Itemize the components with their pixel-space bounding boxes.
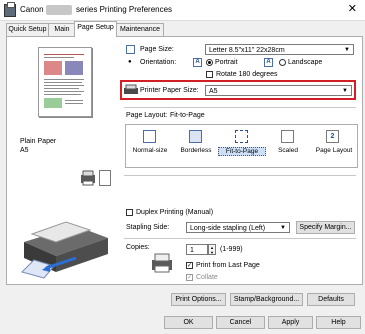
collate-label: Collate <box>196 274 218 281</box>
printer-app-icon <box>4 2 16 17</box>
chevron-down-icon: ▼ <box>344 47 350 53</box>
paper-type-label: Plain Paper <box>20 138 57 145</box>
page-size-value: Letter 8.5"x11" 22x28cm <box>209 47 285 54</box>
printer-paper-size-value: A5 <box>209 88 218 95</box>
print-from-last-page-checkbox[interactable]: ✓ <box>186 262 193 269</box>
borderless-icon[interactable] <box>189 130 202 143</box>
page-layout-label: Page Layout: <box>126 112 168 119</box>
ok-button[interactable]: OK <box>164 316 213 329</box>
printer-illustration <box>16 212 114 280</box>
divider <box>124 175 356 176</box>
printer-paper-size-select[interactable]: A5 ▼ <box>205 85 352 96</box>
portrait-label: Portrait <box>215 59 238 66</box>
print-options-button[interactable]: Print Options... <box>171 293 226 306</box>
copies-value: 1 <box>190 247 194 254</box>
duplex-checkbox[interactable] <box>126 209 133 216</box>
collate-checkbox[interactable]: ✓ <box>186 274 193 281</box>
copies-range: (1-999) <box>220 246 243 253</box>
bullet-icon: ● <box>128 59 132 65</box>
landscape-icon: A <box>264 58 273 67</box>
stapling-side-value: Long-side stapling (Left) <box>190 225 266 232</box>
page-layout-list: Normal-size Borderless Fit-to-Page Scale… <box>125 124 358 168</box>
tab-maintenance[interactable]: Maintenance <box>116 23 164 36</box>
page-orientation-icon <box>99 170 111 186</box>
scaled-label[interactable]: Scaled <box>264 147 312 154</box>
portrait-radio[interactable] <box>206 59 213 66</box>
scaled-icon[interactable] <box>281 130 294 143</box>
stamp-background-button[interactable]: Stamp/Background... <box>230 293 303 306</box>
printer-paper-size-label: Printer Paper Size: <box>140 87 199 94</box>
specify-margin-button[interactable]: Specify Margin... <box>296 221 355 234</box>
portrait-icon: A <box>193 58 202 67</box>
print-from-last-page-label: Print from Last Page <box>196 262 260 269</box>
copies-label: Copies: <box>126 244 150 251</box>
title-bar: Canon series Printing Preferences ✕ <box>0 0 365 21</box>
page-size-icon <box>126 45 135 54</box>
landscape-label: Landscape <box>288 59 323 66</box>
fit-to-page-label[interactable]: Fit-to-Page <box>218 147 266 156</box>
defaults-button[interactable]: Defaults <box>307 293 355 306</box>
duplex-label: Duplex Printing (Manual) <box>136 209 214 216</box>
page-layout-option-label[interactable]: Page Layout <box>310 147 358 154</box>
stapling-side-label: Stapling Side: <box>126 224 170 231</box>
divider <box>124 107 356 108</box>
printer-paper-size-icon <box>124 84 138 96</box>
printer-small-icon <box>80 170 96 186</box>
redacted-model-name <box>46 5 72 15</box>
page-size-label: Page Size: <box>140 46 174 53</box>
normal-size-label[interactable]: Normal-size <box>126 147 174 154</box>
orientation-label: Orientation: <box>140 59 177 66</box>
rotate-180-label: Rotate 180 degrees <box>216 71 278 78</box>
stapling-side-select[interactable]: Long-side stapling (Left) ▼ <box>186 222 290 233</box>
fit-to-page-icon[interactable] <box>235 130 248 143</box>
page-size-select[interactable]: Letter 8.5"x11" 22x28cm ▼ <box>205 44 354 55</box>
paper-size-label: A5 <box>20 147 29 154</box>
copies-spin-buttons[interactable]: ▲ ▼ <box>208 244 216 255</box>
close-icon[interactable]: ✕ <box>348 2 357 15</box>
window-title-prefix: Canon <box>20 5 44 14</box>
divider <box>124 238 356 239</box>
apply-button[interactable]: Apply <box>268 316 313 329</box>
paper-preview <box>38 47 92 117</box>
tab-page-setup[interactable]: Page Setup <box>74 21 117 37</box>
cancel-button[interactable]: Cancel <box>216 316 265 329</box>
copies-input[interactable]: 1 <box>186 244 208 255</box>
window-title-suffix: series Printing Preferences <box>76 5 173 14</box>
help-button[interactable]: Help <box>316 316 361 329</box>
page-layout-icon[interactable]: 2 <box>326 130 339 143</box>
page-layout-current: Fit-to-Page <box>170 112 205 119</box>
chevron-down-icon: ▼ <box>280 225 286 231</box>
rotate-180-checkbox[interactable] <box>206 71 213 78</box>
normal-size-icon[interactable] <box>143 130 156 143</box>
borderless-label[interactable]: Borderless <box>172 147 220 154</box>
chevron-down-icon: ▼ <box>342 88 348 94</box>
tab-quick-setup[interactable]: Quick Setup <box>6 23 49 36</box>
paper-info: Plain Paper A5 <box>20 137 56 155</box>
landscape-radio[interactable] <box>279 59 286 66</box>
tab-main[interactable]: Main <box>48 23 76 36</box>
copies-stack-icon <box>150 252 178 274</box>
